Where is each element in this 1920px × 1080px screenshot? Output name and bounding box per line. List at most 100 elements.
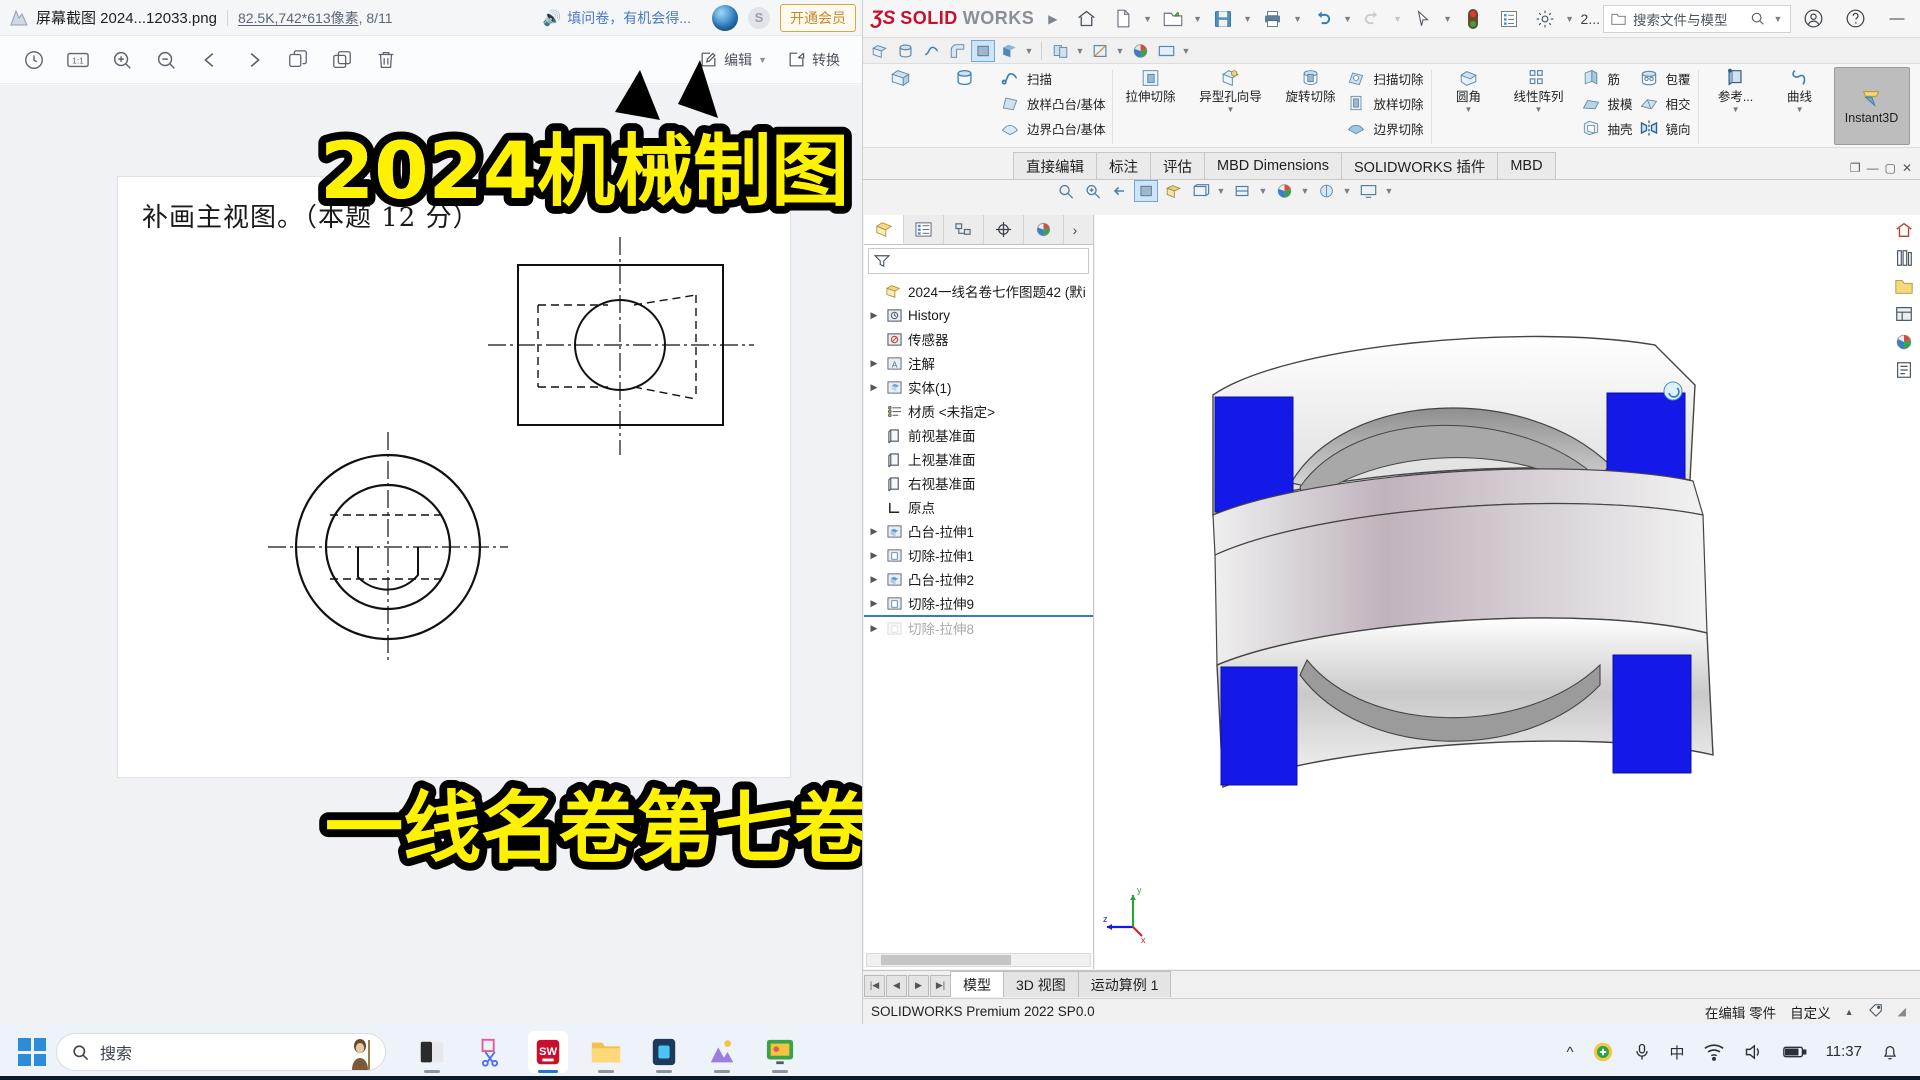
sweep-small-icon[interactable] [919,40,943,62]
next-image-icon[interactable] [234,43,274,77]
previous-view-icon[interactable] [1107,180,1131,202]
restore-doc-icon[interactable]: ❐ [1850,161,1861,175]
delete-icon[interactable] [366,43,406,77]
chevron-down-icon[interactable]: ▼ [1292,14,1304,24]
doc-maximize-icon[interactable]: ▢ [1885,161,1896,175]
apply-scene-icon[interactable] [1314,180,1338,202]
chevron-down-icon[interactable]: ▼ [1732,105,1740,114]
ribbon-button-swept-cut[interactable]: 扫描切除 [1344,67,1424,89]
share-icon[interactable]: S [748,6,770,29]
ribbon-button-sweep[interactable]: 扫描 [998,67,1105,89]
tree-item-sensors[interactable]: 传感器 [864,327,1093,351]
design-library-icon[interactable] [1892,246,1916,270]
chevron-down-icon[interactable]: ▼ [1383,186,1395,196]
tree-item-front-plane[interactable]: 前视基准面 [864,423,1093,447]
display-style-icon[interactable] [971,39,995,62]
taskbar-app-explorer[interactable] [586,1031,626,1073]
minimize-button[interactable]: — [1877,3,1917,35]
home-task-icon[interactable] [1892,218,1916,242]
redo-icon[interactable] [1356,4,1390,34]
zoom-in-icon[interactable] [102,43,142,77]
feature-filter-input[interactable] [868,248,1089,274]
shaded-icon[interactable] [997,40,1021,62]
save-icon[interactable] [1206,4,1240,34]
globe-icon[interactable] [712,4,738,31]
ribbon-button-boundary-cut[interactable]: 边界切除 [1344,117,1424,139]
ribbon-button-instant3d[interactable]: Instant3D [1833,67,1910,145]
search-input[interactable]: 搜索文件与模型 ▼ [1603,4,1791,33]
doc-minimize-icon[interactable]: — [1867,161,1879,175]
tree-arrow-icon[interactable]: ▶ [868,623,880,634]
taskbar-app-store[interactable] [644,1031,684,1073]
chevron-down-icon[interactable]: ▼ [1535,105,1543,114]
feature-manager-tab[interactable] [864,215,904,244]
tray-overflow-icon[interactable]: ^ [1567,1044,1574,1061]
copy-icon[interactable] [278,43,318,77]
undo-icon[interactable] [1306,4,1340,34]
ribbon-button-revolved-cut[interactable]: 旋转切除 [1280,67,1340,114]
bottom-tab-model[interactable]: 模型 [950,971,1004,997]
tab-direct-edit[interactable]: 直接编辑 [1013,152,1097,179]
tags-icon[interactable] [1868,1003,1884,1020]
status-custom-label[interactable]: 自定义 [1790,1002,1831,1022]
tree-item-material[interactable]: 材质 <未指定> [864,399,1093,423]
new-file-icon[interactable] [1106,4,1140,34]
help-icon[interactable] [1835,3,1875,35]
ribbon-button-linear-pattern[interactable]: 线性阵列 ▼ [1503,67,1575,114]
previous-image-icon[interactable] [190,43,230,77]
revolve-small-icon[interactable] [893,40,917,62]
open-vip-button[interactable]: 开通会员 [780,3,856,32]
chevron-down-icon[interactable]: ▼ [1257,186,1269,196]
tree-arrow-icon[interactable]: ▶ [868,574,880,585]
ribbon-button-boundary-boss[interactable]: 边界凸台/基体 [998,117,1105,139]
chevron-down-icon[interactable]: ▼ [1342,14,1354,24]
ribbon-button-hole-wizard[interactable]: 异型孔向导 ▼ [1186,67,1274,114]
select-cursor-icon[interactable] [1406,4,1440,34]
ribbon-button-extruded-cut[interactable]: 拉伸切除 [1120,67,1180,114]
file-explorer-task-icon[interactable] [1892,274,1916,298]
viewer-canvas[interactable]: 补画主视图。（本题 12 分） [0,85,862,1024]
gear-icon[interactable] [1528,4,1562,34]
ribbon-button-draft[interactable]: 拔模 [1579,92,1633,114]
edit-button[interactable]: 编辑 ▼ [691,46,775,74]
ribbon-button-rib[interactable]: 筋 [1579,67,1633,89]
home-icon[interactable] [1070,4,1104,34]
chevron-down-icon[interactable]: ▼ [1114,46,1126,56]
chevron-down-icon[interactable]: ▼ [1192,14,1204,24]
zoom-to-fit-icon[interactable] [1053,180,1077,202]
tree-item-cut-extrude1[interactable]: ▶ 切除-拉伸1 [864,543,1093,567]
taskbar-app-photos[interactable] [702,1031,742,1073]
appearances-task-icon[interactable] [1892,330,1916,354]
convert-button[interactable]: 转换 [779,46,848,74]
feature-tree-horizontal-scrollbar[interactable] [866,953,1091,967]
notification-bell-icon[interactable] [1880,1042,1900,1062]
nav-last-button[interactable]: ▶| [930,974,951,997]
tree-item-cut-extrude9[interactable]: ▶ 切除-拉伸9 [864,591,1093,615]
tree-item-right-plane[interactable]: 右视基准面 [864,471,1093,495]
volume-icon[interactable] [1743,1042,1764,1062]
chevron-up-icon[interactable]: ▲ [1845,1007,1854,1017]
microphone-icon[interactable] [1632,1042,1652,1062]
tree-item-annotations[interactable]: ▶ A 注解 [864,351,1093,375]
tree-arrow-icon[interactable]: ▶ [868,598,880,609]
edit-appearance-icon[interactable] [1272,180,1296,202]
section-view-toolbar-icon[interactable] [1134,180,1158,202]
tree-item-cut-extrude8[interactable]: ▶ 切除-拉伸8 [864,615,1093,639]
taskbar-app-solidworks[interactable]: SW [528,1031,568,1073]
scene-icon[interactable] [1154,40,1178,62]
chevron-down-icon[interactable]: ▼ [1392,14,1404,24]
chevron-down-icon[interactable]: ▼ [1227,105,1235,114]
property-manager-tab[interactable] [904,215,944,244]
tab-mbd-dimensions[interactable]: MBD Dimensions [1204,152,1342,179]
tree-item-history[interactable]: ▶ History [864,303,1093,327]
ribbon-button-reference-geometry[interactable]: 参考... ▼ [1706,67,1766,114]
tree-arrow-icon[interactable]: ▶ [868,382,880,393]
taskbar-clock[interactable]: 11:37 [1826,1044,1862,1060]
duplicate-icon[interactable] [322,43,362,77]
resize-grip-icon[interactable]: ◢ [1898,1005,1906,1018]
tray-update-icon[interactable] [1592,1041,1614,1063]
tree-arrow-icon[interactable]: ▶ [868,358,880,369]
tab-evaluate[interactable]: 评估 [1150,152,1205,179]
display-manager-tab[interactable] [1024,215,1064,244]
ribbon-button-extruded-boss[interactable] [870,67,930,89]
